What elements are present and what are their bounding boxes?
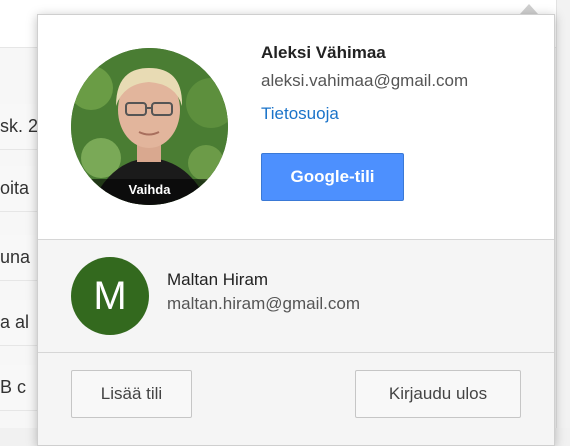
primary-account-section: Vaihda Aleksi Vähimaa aleksi.vahimaa@gma… [38,15,554,240]
privacy-link[interactable]: Tietosuoja [261,104,339,124]
popup-pointer-arrow [520,4,538,14]
background-row-text: a al [0,312,30,332]
secondary-account-row[interactable]: M Maltan Hiram maltan.hiram@gmail.com [38,240,554,353]
popup-footer: Lisää tili Kirjaudu ulos [38,353,554,445]
background-scroll-edge [556,0,570,428]
background-row-text: una [0,247,31,267]
primary-account-name: Aleksi Vähimaa [261,43,386,62]
sign-out-button[interactable]: Kirjaudu ulos [355,370,521,418]
secondary-avatar: M [71,257,149,335]
background-row-text: B c [0,377,27,397]
secondary-account-name: Maltan Hiram [167,270,269,289]
change-photo-label[interactable]: Vaihda [71,179,228,205]
background-row-text: oita [0,178,30,198]
secondary-account-email: maltan.hiram@gmail.com [167,294,360,313]
account-switcher-popup: Vaihda Aleksi Vähimaa aleksi.vahimaa@gma… [37,14,555,446]
google-account-button[interactable]: Google-tili [261,153,404,201]
add-account-button[interactable]: Lisää tili [71,370,192,418]
primary-avatar[interactable]: Vaihda [71,48,228,205]
primary-account-email: aleksi.vahimaa@gmail.com [261,71,469,90]
background-row-text: sk. 2 [0,116,39,136]
